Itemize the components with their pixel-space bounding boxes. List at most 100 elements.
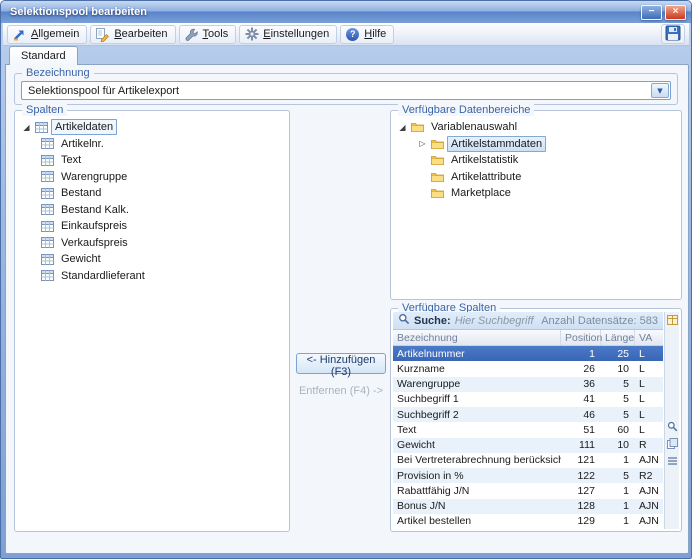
datenbereich-item-label: Artikelstatistik (447, 152, 522, 168)
cell-position: 41 (561, 393, 601, 405)
tab-standard[interactable]: Standard (9, 46, 78, 65)
table-row[interactable]: Artikelnummer 1 25 L (393, 346, 663, 361)
table-row[interactable]: Bei Vertreterabrechnung berücksichtige 1… (393, 453, 663, 468)
search-icon (398, 313, 410, 328)
help-icon: ? (345, 27, 360, 42)
column-header-va[interactable]: VA (635, 332, 663, 344)
cell-position: 111 (561, 439, 601, 451)
cell-va: L (635, 424, 663, 436)
spalten-item-label: Standardlieferant (57, 268, 149, 284)
cell-laenge: 10 (601, 363, 635, 375)
cell-laenge: 10 (601, 439, 635, 451)
record-count: Anzahl Datensätze: 583 (541, 315, 658, 327)
table-row[interactable]: Warengruppe 36 5 L (393, 377, 663, 392)
toolbar-button-tools[interactable]: Tools (179, 25, 237, 44)
table-row[interactable]: Rabattfähig J/N 127 1 AJN (393, 483, 663, 498)
window-title: Selektionspool bearbeiten (10, 6, 638, 18)
column-header-position[interactable]: Position (561, 330, 601, 345)
zoom-search-icon[interactable] (666, 420, 679, 433)
table-body: Artikelnummer 1 25 L Kurzname 26 10 L Wa… (393, 346, 663, 529)
datenbereich-tree-item[interactable]: ▷ Artikelstammdaten (397, 136, 677, 153)
spalten-item-label: Bestand Kalk. (57, 202, 133, 218)
spalten-item-list: Artikelnr. Text Warengruppe Bestand Best… (21, 136, 285, 285)
spalten-tree-item[interactable]: Einkaufspreis (21, 218, 285, 235)
toolbar-button-einstellungen[interactable]: Einstellungen (239, 25, 337, 44)
cell-bezeichnung: Suchbegriff 1 (393, 393, 561, 405)
spalten-tree-item[interactable]: Gewicht (21, 251, 285, 268)
table-row[interactable]: Bonus J/N 128 1 AJN (393, 499, 663, 514)
cell-laenge: 1 (601, 500, 635, 512)
cell-bezeichnung: Kurzname (393, 363, 561, 375)
cell-va: R (635, 439, 663, 451)
bezeichnung-combobox[interactable]: Selektionspool für Artikelexport ▼ (21, 81, 671, 100)
combobox-dropdown-button[interactable]: ▼ (651, 83, 669, 98)
spalten-tree-item[interactable]: Text (21, 152, 285, 169)
datenbereich-item-label: Artikelstammdaten (447, 136, 546, 152)
search-label: Suche: (414, 315, 451, 327)
column-chooser-icon[interactable] (666, 313, 679, 326)
column-header-bezeichnung[interactable]: Bezeichnung (393, 330, 561, 345)
spalten-root-item[interactable]: ◢ Artikeldaten (21, 119, 285, 136)
spalten-item-label: Artikelnr. (57, 136, 108, 152)
folder-icon (431, 188, 444, 198)
close-button[interactable]: × (665, 5, 686, 20)
spalten-tree-item[interactable]: Artikelnr. (21, 136, 285, 153)
table-row[interactable]: Provision in % 122 5 R2 (393, 468, 663, 483)
list-icon[interactable] (666, 454, 679, 467)
toolbar-label: Allgemein (31, 28, 79, 40)
cell-va: AJN (635, 500, 663, 512)
spalten-tree-item[interactable]: Bestand (21, 185, 285, 202)
table-icon (41, 188, 54, 199)
cell-bezeichnung: Text (393, 424, 561, 436)
table-row[interactable]: Artikel bestellen 129 1 AJN (393, 514, 663, 529)
cell-bezeichnung: Rabattfähig J/N (393, 485, 561, 497)
table-row[interactable]: Suchbegriff 1 41 5 L (393, 392, 663, 407)
save-button[interactable] (661, 24, 685, 44)
spalten-tree-item[interactable]: Standardlieferant (21, 268, 285, 285)
search-bar[interactable]: Suche: Hier Suchbegriff einge Anzahl Dat… (393, 312, 663, 330)
datenbereich-tree-item[interactable]: Artikelstatistik (397, 152, 677, 169)
cell-laenge: 5 (601, 409, 635, 421)
spalten-item-label: Einkaufspreis (57, 218, 131, 234)
toolbar-label: Hilfe (364, 28, 386, 40)
cell-bezeichnung: Artikel bestellen (393, 515, 561, 527)
datenbereich-item-label: Marketplace (447, 185, 515, 201)
toolbar: Allgemein Bearbeiten Tools Einstellungen… (3, 23, 689, 46)
toolbar-button-bearbeiten[interactable]: Bearbeiten (90, 25, 175, 44)
copy-grid-icon[interactable] (666, 437, 679, 450)
table-row[interactable]: Suchbegriff 2 46 5 L (393, 407, 663, 422)
cell-va: AJN (635, 454, 663, 466)
table-row[interactable]: Text 51 60 L (393, 422, 663, 437)
toolbar-button-allgemein[interactable]: Allgemein (7, 25, 87, 44)
table-header: Bezeichnung Position Länge VA (393, 330, 663, 346)
expander-icon[interactable]: ▷ (417, 139, 428, 148)
spalten-tree-item[interactable]: Warengruppe (21, 169, 285, 186)
transfer-panel: <- Hinzufügen (F3) Entfernen (F4) -> (292, 110, 390, 532)
chevron-down-icon: ▼ (657, 87, 662, 95)
expander-open-icon[interactable]: ◢ (21, 123, 32, 132)
spalten-tree-item[interactable]: Verkaufspreis (21, 235, 285, 252)
cell-laenge: 5 (601, 393, 635, 405)
table-icon (41, 204, 54, 215)
spalten-tree-item[interactable]: Bestand Kalk. (21, 202, 285, 219)
cell-va: L (635, 409, 663, 421)
titlebar[interactable]: Selektionspool bearbeiten − × (1, 1, 691, 23)
cell-laenge: 5 (601, 378, 635, 390)
datenbereich-tree-item[interactable]: Marketplace (397, 185, 677, 202)
verfuegbare-spalten-group: Verfügbare Spalten Suche: Hier Suchbegri… (390, 308, 682, 532)
remove-button-disabled[interactable]: Entfernen (F4) -> (292, 385, 390, 397)
datenbereich-tree-item[interactable]: Artikelattribute (397, 169, 677, 186)
cell-position: 122 (561, 470, 601, 482)
search-input[interactable]: Hier Suchbegriff einge (455, 315, 538, 327)
bezeichnung-group: Bezeichnung Selektionspool für Artikelex… (14, 73, 678, 105)
column-header-laenge[interactable]: Länge (601, 330, 635, 345)
table-row[interactable]: Kurzname 26 10 L (393, 361, 663, 376)
datenbereiche-root-item[interactable]: ◢ Variablenauswahl (397, 119, 677, 136)
cell-va: L (635, 363, 663, 375)
toolbar-label: Einstellungen (263, 28, 329, 40)
minimize-button[interactable]: − (641, 5, 662, 20)
table-row[interactable]: Gewicht 111 10 R (393, 438, 663, 453)
toolbar-button-hilfe[interactable]: ? Hilfe (340, 25, 394, 44)
add-button[interactable]: <- Hinzufügen (F3) (296, 353, 386, 374)
expander-open-icon[interactable]: ◢ (397, 123, 408, 132)
